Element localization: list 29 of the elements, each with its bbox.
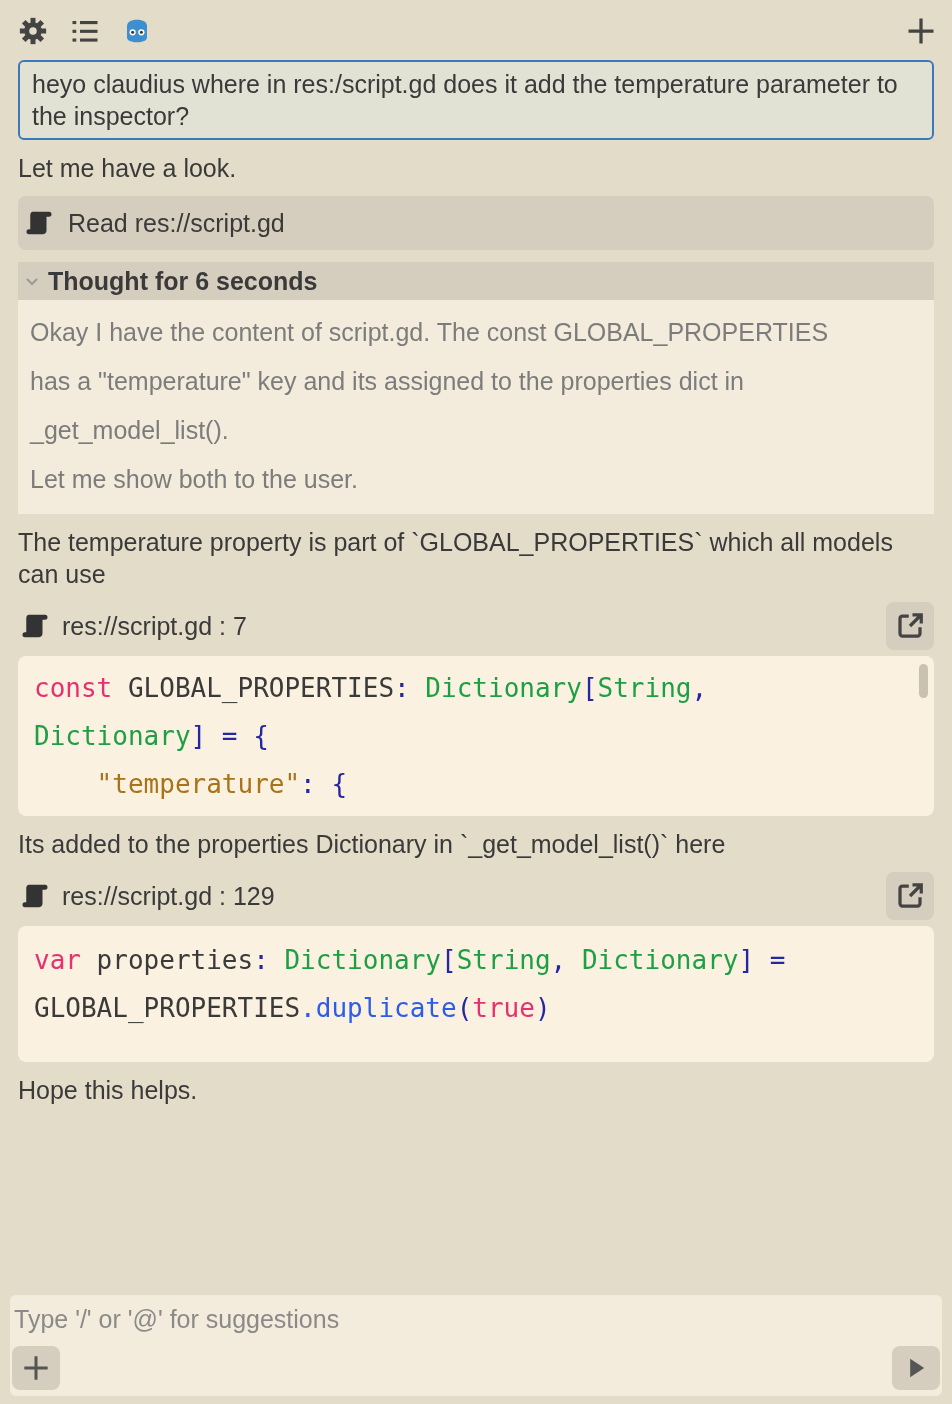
tool-call-label: Read res://script.gd: [68, 208, 285, 238]
thought-header[interactable]: Thought for 6 seconds: [18, 262, 934, 300]
thought-text: Okay I have the content of script.gd. The const GLOBAL_PROPERTIES has a "temperature" key and its assigned to the properties dict in _get_model_list().: [30, 317, 830, 446]
code-line: var properties: Dictionary[String, Dictionary] =: [34, 944, 787, 977]
file-reference: res://script.gd : 129: [62, 881, 275, 911]
thought-title: Thought for 6 seconds: [48, 266, 318, 296]
user-message: heyo claudius where in res:/script.gd does it add the temperature parameter to the inspector?: [18, 60, 934, 140]
assistant-message: The temperature property is part of `GLOBAL_PROPERTIES` which all models can use: [18, 527, 894, 590]
code-line: const GLOBAL_PROPERTIES: Dictionary[String,: [34, 672, 709, 705]
code-line: Dictionary] = {: [34, 720, 270, 753]
assistant-message: Hope this helps.: [18, 1075, 199, 1106]
message-input[interactable]: Type '/' or '@' for suggestions: [12, 1303, 940, 1336]
code-line: GLOBAL_PROPERTIES.duplicate(true): [34, 992, 552, 1025]
external-link-icon: [895, 881, 925, 911]
code-line: "temperature": {: [95, 768, 349, 801]
file-reference: res://script.gd : 7: [62, 611, 247, 641]
plus-icon: [22, 1354, 50, 1382]
attach-button[interactable]: [12, 1346, 60, 1390]
message-composer[interactable]: Type '/' or '@' for suggestions: [10, 1295, 942, 1396]
scrollbar-thumb[interactable]: [919, 664, 928, 698]
thought-text: Let me show both to the user.: [30, 464, 359, 495]
open-in-editor-button[interactable]: [886, 602, 934, 650]
new-chat-icon[interactable]: [906, 16, 936, 46]
settings-icon[interactable]: [18, 16, 48, 46]
assistant-message: Its added to the properties Dictionary in `_get_model_list()` here: [18, 829, 727, 860]
open-in-editor-button[interactable]: [886, 872, 934, 920]
external-link-icon: [895, 611, 925, 641]
assistant-message: Let me have a look.: [18, 153, 238, 184]
send-button[interactable]: [892, 1346, 940, 1390]
